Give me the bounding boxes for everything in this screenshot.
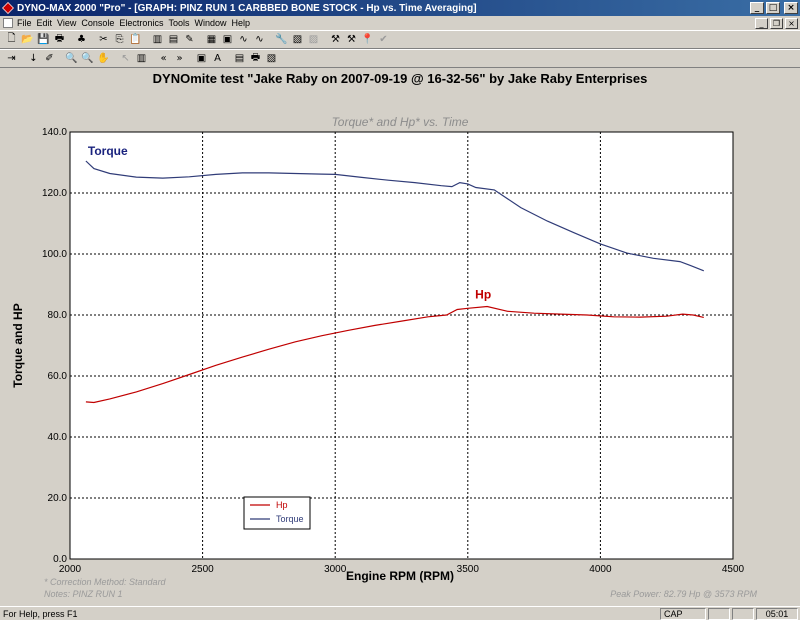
menu-tools[interactable]: Tools [168, 18, 194, 28]
tree-icon[interactable]: ♣ [74, 32, 89, 47]
menu-file[interactable]: File [17, 18, 37, 28]
hammer-icon[interactable]: ⚒ [344, 32, 359, 47]
caps-indicator: CAP [660, 607, 706, 620]
marker-icon[interactable]: ↓ [26, 51, 41, 66]
close-button[interactable]: × [784, 2, 798, 14]
doc-close-button[interactable]: × [785, 17, 798, 29]
book-open-icon[interactable]: ▤ [166, 32, 181, 47]
correction-method: * Correction Method: Standard [44, 577, 167, 587]
chart-legend[interactable]: Hp Torque [243, 496, 311, 530]
text-icon[interactable]: A [210, 51, 225, 66]
minimize-button[interactable]: _ [750, 2, 764, 14]
main-toolbar: 🗋 📂 💾 🖶 ♣ ✂ ⎘ 📋 ▥ ▤ ✎ ▦ ▣ ∿ ∿ 🔧 ▧ ▨ ⚒ ⚒ 📍 ✔ [0, 30, 800, 49]
series-label-torque: Torque [88, 144, 128, 158]
y-tick-labels: 0.020.040.060.080.0100.0120.0140.0 [42, 127, 67, 565]
legend-label-hp: Hp [276, 500, 288, 510]
save-icon[interactable]: 💾 [36, 32, 51, 47]
window-title: DYNO-MAX 2000 "Pro" - [GRAPH: PINZ RUN 1… [17, 2, 477, 14]
zoom-out-icon[interactable]: 🔍 [80, 51, 95, 66]
zoom-in-icon[interactable]: 🔍 [64, 51, 79, 66]
pointer-icon[interactable]: ⇥ [4, 51, 19, 66]
maximize-button[interactable]: □ [766, 2, 780, 14]
plot-frame [69, 131, 734, 560]
column-icon[interactable]: ▥ [134, 51, 149, 66]
clock: 05:01 PM [756, 607, 798, 620]
hand-icon[interactable]: ✋ [96, 51, 111, 66]
notes-icon[interactable]: ✎ [182, 32, 197, 47]
print-icon[interactable]: 🖶 [248, 51, 263, 66]
y-axis-label: Torque and HP [11, 303, 25, 387]
app-icon[interactable] [2, 2, 14, 14]
y-tick-label: 60.0 [48, 371, 68, 382]
x-tick-label: 4000 [589, 564, 612, 575]
x-tick-label: 3500 [457, 564, 480, 575]
y-tick-label: 80.0 [48, 310, 68, 321]
x-axis-label: Engine RPM (RPM) [346, 569, 454, 583]
chart-icon[interactable]: ▦ [204, 32, 219, 47]
doc-restore-button[interactable]: ❐ [770, 17, 783, 29]
graph-header: DYNOmite test "Jake Raby on 2007-09-19 @… [153, 71, 648, 86]
wrench-icon[interactable]: 🔧 [274, 32, 289, 47]
grid-icon[interactable]: ▨ [306, 32, 321, 47]
open-icon[interactable]: 📂 [20, 32, 35, 47]
y-tick-label: 140.0 [42, 127, 67, 138]
wave-rev-icon[interactable]: ∿ [252, 32, 267, 47]
menu-help[interactable]: Help [231, 18, 255, 28]
book-icon[interactable]: ▥ [150, 32, 165, 47]
cut-icon[interactable]: ✂ [96, 32, 111, 47]
menu-window[interactable]: Window [194, 18, 231, 28]
menu-console[interactable]: Console [81, 18, 119, 28]
table-icon[interactable]: ▣ [220, 32, 235, 47]
print-icon[interactable]: 🖶 [52, 32, 67, 47]
copy-icon[interactable]: ⎘ [112, 32, 127, 47]
x-tick-label: 4500 [722, 564, 745, 575]
title-bar[interactable]: DYNO-MAX 2000 "Pro" - [GRAPH: PINZ RUN 1… [0, 0, 800, 16]
y-tick-label: 120.0 [42, 188, 67, 199]
book-icon[interactable]: ▤ [232, 51, 247, 66]
graph-toolbar: ⇥ ↓ ✐ 🔍 🔍 ✋ ↖ ▥ «» ▣ A ▤ 🖶 ▧ [0, 49, 800, 68]
pencil-icon[interactable]: ✐ [42, 51, 57, 66]
chart-svg[interactable]: DYNOmite test "Jake Raby on 2007-09-19 @… [0, 68, 800, 606]
peak-power: Peak Power: 82.79 Hp @ 3573 RPM [610, 589, 757, 599]
calc-icon[interactable]: ▧ [290, 32, 305, 47]
doc-minimize-button[interactable]: _ [755, 17, 768, 29]
status-indicator-empty [732, 607, 754, 620]
check-icon[interactable]: ✔ [376, 32, 391, 47]
status-indicator-empty [708, 607, 730, 620]
y-tick-label: 40.0 [48, 432, 68, 443]
cursor-icon[interactable]: ↖ [118, 51, 133, 66]
status-bar: For Help, press F1 CAP 05:01 PM [0, 606, 800, 620]
chart-title: Torque* and Hp* vs. Time [332, 115, 469, 129]
x-tick-label: 2000 [59, 564, 82, 575]
pin-icon[interactable]: 📍 [360, 32, 375, 47]
rewind-icon[interactable]: « [156, 51, 171, 66]
y-tick-label: 20.0 [48, 493, 68, 504]
paste-icon[interactable]: 📋 [128, 32, 143, 47]
menu-bar: File Edit View Console Electronics Tools… [0, 16, 800, 30]
app-window: DYNO-MAX 2000 "Pro" - [GRAPH: PINZ RUN 1… [0, 0, 800, 620]
document-icon[interactable] [3, 18, 13, 28]
legend-label-torque: Torque [276, 514, 304, 524]
wave-icon[interactable]: ∿ [236, 32, 251, 47]
tools-icon[interactable]: ⚒ [328, 32, 343, 47]
notes-text: Notes: PINZ RUN 1 [44, 589, 123, 599]
frame-icon[interactable]: ▣ [194, 51, 209, 66]
status-help-text: For Help, press F1 [3, 608, 78, 619]
menu-edit[interactable]: Edit [37, 18, 58, 28]
y-tick-label: 100.0 [42, 249, 67, 260]
series-label-hp: Hp [475, 287, 491, 301]
x-tick-label: 2500 [191, 564, 214, 575]
graph-panel: DYNOmite test "Jake Raby on 2007-09-19 @… [0, 68, 800, 606]
menu-electronics[interactable]: Electronics [119, 18, 168, 28]
menu-view[interactable]: View [57, 18, 81, 28]
new-icon[interactable]: 🗋 [4, 32, 19, 47]
x-tick-label: 3000 [324, 564, 347, 575]
export-icon[interactable]: ▧ [264, 51, 279, 66]
forward-icon[interactable]: » [172, 51, 187, 66]
